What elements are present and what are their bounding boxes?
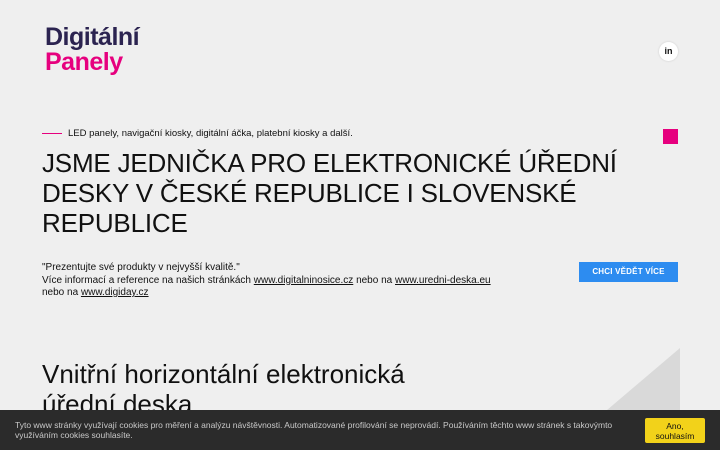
hero-tagline-row: LED panely, navigační kiosky, digitální … [42,128,353,139]
logo-line-2: Panely [45,48,123,76]
accept-cookies-label-2: souhlasím [655,430,695,441]
cookie-consent-bar: Tyto www stránky využívají cookies pro m… [0,410,720,450]
hero-info-mid-1: nebo na [356,274,393,286]
link-digiday[interactable]: www.digiday.cz [81,287,149,298]
hero-tagline: LED panely, navigační kiosky, digitální … [68,128,353,139]
cookie-consent-text: Tyto www stránky využívají cookies pro m… [15,420,613,440]
decorative-pink-square [663,129,678,144]
hero-quote: "Prezentujte své produkty v nejvyšší kva… [42,262,240,273]
site-logo[interactable]: Digitální Panely [45,23,140,76]
linkedin-icon[interactable]: in [659,42,678,61]
accept-cookies-button[interactable]: Ano, souhlasím [645,418,705,443]
hero-info-mid-2: nebo na [42,287,79,298]
hero-title: JSME JEDNIČKA PRO ELEKTRONICKÉ ÚŘEDNÍ DE… [42,148,617,238]
hero-info-prefix: Více informací a reference na našich str… [42,274,251,286]
hero-info-block: "Prezentujte své produkty v nejvyšší kva… [42,262,502,300]
tagline-dash [42,133,62,134]
logo-line-1: Digitální [45,23,140,51]
link-digitalninosice[interactable]: www.digitalninosice.cz [254,275,354,286]
learn-more-button[interactable]: CHCI VĚDĚT VÍCE [579,262,678,282]
link-uredni-deska[interactable]: www.uredni-deska.eu [395,275,491,286]
